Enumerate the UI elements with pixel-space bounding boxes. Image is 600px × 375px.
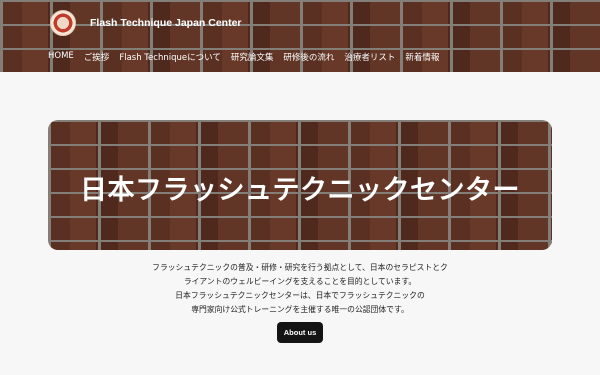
nav-item-about-flash-technique[interactable]: Flash Techniqueについて [119,51,221,65]
intro-line: 専門家向け公式トレーニングを主催する唯一の公認団体です。 [191,305,409,314]
site-header: Flash Technique Japan Center HOME ご挨拶 Fl… [0,0,600,72]
main-nav: HOME ご挨拶 Flash Techniqueについて 研究論文集 研修後の流… [48,51,449,65]
nav-item-after-training[interactable]: 研修後の流れ [283,51,334,65]
intro-line: ライアントのウェルビーイングを支えることを目的としています。 [183,277,417,286]
hero-banner: 日本フラッシュテクニックセンター [48,120,552,250]
nav-item-home[interactable]: HOME [48,51,74,65]
nav-item-news[interactable]: 新着情報 [405,51,439,65]
site-title[interactable]: Flash Technique Japan Center [90,17,242,29]
intro-line: フラッシュテクニックの普及・研修・研究を行う拠点として、日本のセラピストとク [152,263,448,272]
nav-item-greeting[interactable]: ご挨拶 [84,51,110,65]
nav-item-therapist-list[interactable]: 治療者リスト [344,51,395,65]
intro-line: 日本フラッシュテクニックセンターは、日本でフラッシュテクニックの [175,291,425,300]
site-logo-icon[interactable] [50,10,76,36]
hero-title: 日本フラッシュテクニックセンター [80,175,520,206]
about-us-button[interactable]: About us [277,322,323,343]
nav-item-research-papers[interactable]: 研究論文集 [231,51,274,65]
intro-text: フラッシュテクニックの普及・研修・研究を行う拠点として、日本のセラピストとク ラ… [120,261,480,317]
